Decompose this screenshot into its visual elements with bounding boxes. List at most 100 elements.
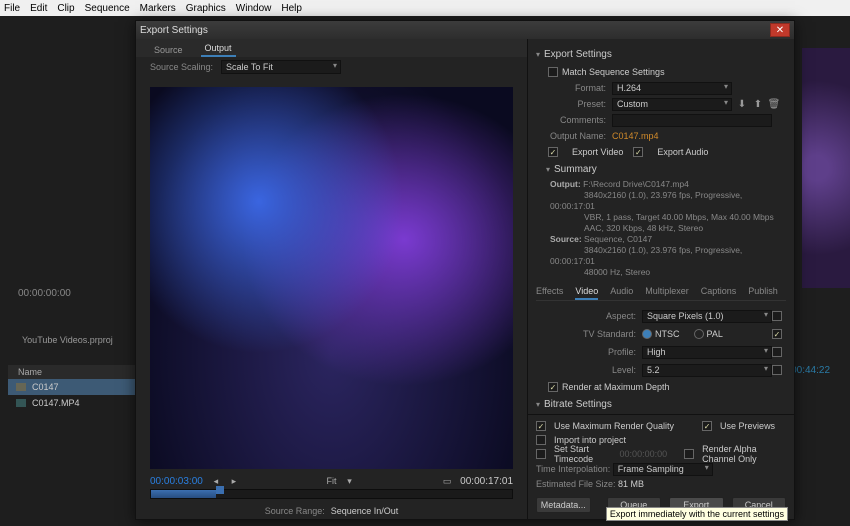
match-sequence-checkbox[interactable]	[548, 67, 558, 77]
step-back-icon[interactable]: ◂	[211, 476, 221, 486]
preview-image	[150, 87, 513, 469]
playhead[interactable]	[216, 486, 224, 494]
match-sequence-label: Match Sequence Settings	[562, 67, 665, 77]
export-video-checkbox[interactable]	[548, 147, 558, 157]
tab-source[interactable]: Source	[150, 43, 187, 57]
estimated-size-value: 81 MB	[618, 479, 644, 489]
format-dropdown[interactable]: H.264	[612, 82, 732, 95]
summary-block: Output: F:\Record Drive\C0147.mp4 3840x2…	[536, 179, 786, 278]
menu-window[interactable]: Window	[236, 3, 272, 14]
pal-radio[interactable]	[694, 329, 704, 339]
metadata-button[interactable]: Metadata...	[536, 497, 591, 513]
project-item-label: C0147.MP4	[32, 398, 80, 408]
tab-effects[interactable]: Effects	[536, 284, 563, 300]
app-menu-bar[interactable]: File Edit Clip Sequence Markers Graphics…	[0, 0, 850, 16]
aspect-lock-icon[interactable]: ▭	[442, 476, 452, 486]
menu-file[interactable]: File	[4, 3, 20, 14]
menu-help[interactable]: Help	[281, 3, 302, 14]
export-settings-header[interactable]: Export Settings	[536, 49, 786, 60]
source-scaling-dropdown[interactable]: Scale To Fit	[221, 60, 341, 74]
level-link-checkbox[interactable]	[772, 365, 782, 375]
tab-output[interactable]: Output	[201, 41, 236, 57]
import-preset-icon[interactable]: ⬆	[752, 98, 764, 110]
export-settings-dialog: Export Settings ✕ Source Output Source S…	[135, 20, 795, 520]
summary-header[interactable]: Summary	[546, 164, 786, 175]
time-interp-dropdown[interactable]: Frame Sampling	[613, 463, 713, 476]
format-label: Format:	[536, 83, 606, 93]
render-alpha-checkbox[interactable]	[684, 449, 694, 459]
preview-timeline[interactable]: 00:00:03:00 ◂ ▸ Fit ▾ ▭ 00:00:17:01	[150, 473, 513, 503]
menu-clip[interactable]: Clip	[57, 3, 74, 14]
save-preset-icon[interactable]: ⬇	[736, 98, 748, 110]
aspect-dropdown[interactable]: Square Pixels (1.0)	[642, 310, 772, 323]
profile-label: Profile:	[536, 347, 636, 357]
max-quality-checkbox[interactable]	[536, 421, 546, 431]
settings-tabs[interactable]: Effects Video Audio Multiplexer Captions…	[536, 284, 786, 301]
profile-dropdown[interactable]: High	[642, 346, 772, 359]
timecode-in[interactable]: 00:00:03:00	[150, 476, 203, 487]
menu-graphics[interactable]: Graphics	[186, 3, 226, 14]
chevron-down-icon[interactable]: ▾	[345, 476, 355, 486]
menu-sequence[interactable]: Sequence	[85, 3, 130, 14]
level-label: Level:	[536, 365, 636, 375]
comments-label: Comments:	[536, 115, 606, 125]
render-max-depth-label: Render at Maximum Depth	[562, 382, 670, 392]
tab-multiplexer[interactable]: Multiplexer	[645, 284, 689, 300]
project-item-label: C0147	[32, 382, 59, 392]
preview-panel: Source Output Source Scaling: Scale To F…	[136, 39, 528, 519]
dialog-title: Export Settings	[140, 25, 770, 36]
export-audio-checkbox[interactable]	[633, 147, 643, 157]
preset-dropdown[interactable]: Custom	[612, 98, 732, 111]
ntsc-radio[interactable]	[642, 329, 652, 339]
tab-audio[interactable]: Audio	[610, 284, 633, 300]
render-max-depth-checkbox[interactable]	[548, 382, 558, 392]
level-dropdown[interactable]: 5.2	[642, 364, 772, 377]
pal-label: PAL	[707, 329, 723, 339]
menu-markers[interactable]: Markers	[140, 3, 176, 14]
source-range-label: Source Range:	[265, 506, 325, 516]
menu-edit[interactable]: Edit	[30, 3, 47, 14]
tab-captions[interactable]: Captions	[701, 284, 737, 300]
source-scaling-label: Source Scaling:	[150, 62, 213, 72]
bg-program-monitor	[802, 48, 850, 288]
estimated-size-label: Estimated File Size:	[536, 479, 616, 489]
export-tooltip: Export immediately with the current sett…	[606, 507, 788, 521]
use-previews-checkbox[interactable]	[702, 421, 712, 431]
play-icon[interactable]: ▸	[229, 476, 239, 486]
sequence-icon	[16, 383, 26, 391]
bitrate-header[interactable]: Bitrate Settings	[536, 399, 786, 410]
timeline-track[interactable]	[150, 489, 513, 499]
dialog-titlebar[interactable]: Export Settings ✕	[136, 21, 794, 39]
source-range-dropdown[interactable]: Sequence In/Out	[331, 506, 399, 516]
fit-dropdown[interactable]: Fit	[327, 476, 337, 486]
timeline-range	[151, 490, 216, 498]
output-name-label: Output Name:	[536, 131, 606, 141]
close-button[interactable]: ✕	[770, 23, 790, 37]
comments-input[interactable]	[612, 114, 772, 127]
ntsc-label: NTSC	[655, 329, 680, 339]
profile-link-checkbox[interactable]	[772, 347, 782, 357]
export-audio-label: Export Audio	[657, 147, 708, 157]
bg-timecode: 00:00:00:00	[18, 288, 71, 299]
tv-link-checkbox[interactable]	[772, 329, 782, 339]
start-tc-label: Set Start Timecode	[554, 444, 612, 464]
tab-video[interactable]: Video	[575, 284, 598, 300]
video-preview[interactable]	[150, 87, 513, 469]
dialog-footer: Use Maximum Render Quality Use Previews …	[528, 414, 794, 519]
start-tc-value: 00:00:00:00	[620, 449, 668, 459]
max-quality-label: Use Maximum Render Quality	[554, 421, 674, 431]
import-project-checkbox[interactable]	[536, 435, 546, 445]
source-output-tabs[interactable]: Source Output	[136, 39, 527, 57]
render-alpha-label: Render Alpha Channel Only	[702, 444, 786, 464]
use-previews-label: Use Previews	[720, 421, 775, 431]
start-tc-checkbox[interactable]	[536, 449, 546, 459]
delete-preset-icon[interactable]: 🗑	[768, 98, 780, 110]
aspect-label: Aspect:	[536, 311, 636, 321]
output-name-link[interactable]: C0147.mp4	[612, 131, 659, 141]
export-video-label: Export Video	[572, 147, 623, 157]
clip-icon	[16, 399, 26, 407]
settings-panel: Export Settings Match Sequence Settings …	[528, 39, 794, 519]
tab-publish[interactable]: Publish	[748, 284, 778, 300]
aspect-link-checkbox[interactable]	[772, 311, 782, 321]
preset-label: Preset:	[536, 99, 606, 109]
